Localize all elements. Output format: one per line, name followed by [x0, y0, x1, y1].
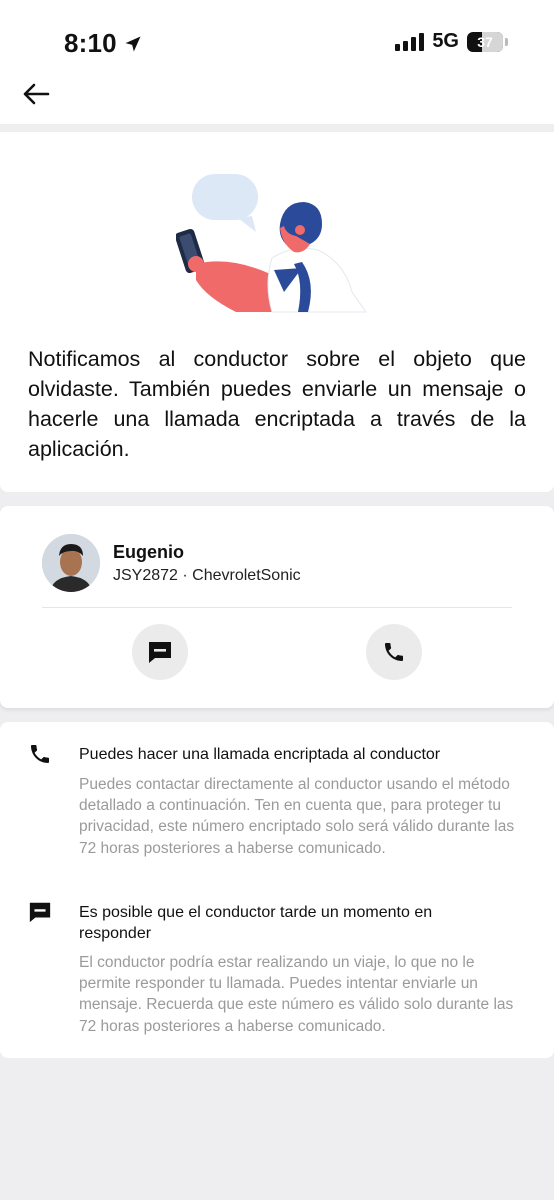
signal-icon: [395, 32, 425, 51]
status-indicators: 5G 37: [395, 30, 508, 53]
battery-icon: 37: [467, 31, 503, 52]
driver-photo: [42, 534, 100, 592]
phone-icon: [385, 643, 403, 661]
notice-card: Notificamos al conductor sobre el objeto…: [0, 132, 554, 492]
arrow-left-icon: [23, 83, 50, 105]
location-arrow-icon: [125, 36, 141, 51]
info-message-body: El conductor podría estar realizando un …: [79, 954, 514, 1035]
message-button[interactable]: [132, 624, 188, 680]
info-message-title: Es posible que el conductor tarde un mom…: [79, 904, 433, 942]
network-label: 5G: [432, 30, 459, 52]
info-call-body: Puedes contactar directamente al conduct…: [79, 776, 515, 857]
driver-name: Eugenio: [113, 542, 184, 562]
driver-card: Eugenio JSY2872 · ChevroletSonic: [0, 506, 554, 708]
notice-text: Notificamos al conductor sobre el objeto…: [28, 347, 526, 461]
message-icon: [149, 642, 171, 663]
info-call-title: Puedes hacer una llamada encriptada al c…: [79, 746, 441, 763]
driver-vehicle: JSY2872 · ChevroletSonic: [113, 567, 301, 584]
driver-phone-illustration: [176, 174, 367, 313]
battery-level: 37: [477, 33, 493, 50]
status-time: 8:10: [64, 28, 143, 59]
call-button[interactable]: [366, 624, 422, 680]
top-bar: 8:10 5G 37: [0, 0, 554, 124]
clock: 8:10: [64, 28, 117, 58]
info-card: Puedes hacer una llamada encriptada al c…: [0, 722, 554, 1058]
back-button[interactable]: [20, 78, 52, 110]
phone-icon: [31, 745, 49, 763]
avatar: [42, 534, 100, 592]
divider: [42, 607, 512, 608]
message-icon: [29, 902, 51, 923]
